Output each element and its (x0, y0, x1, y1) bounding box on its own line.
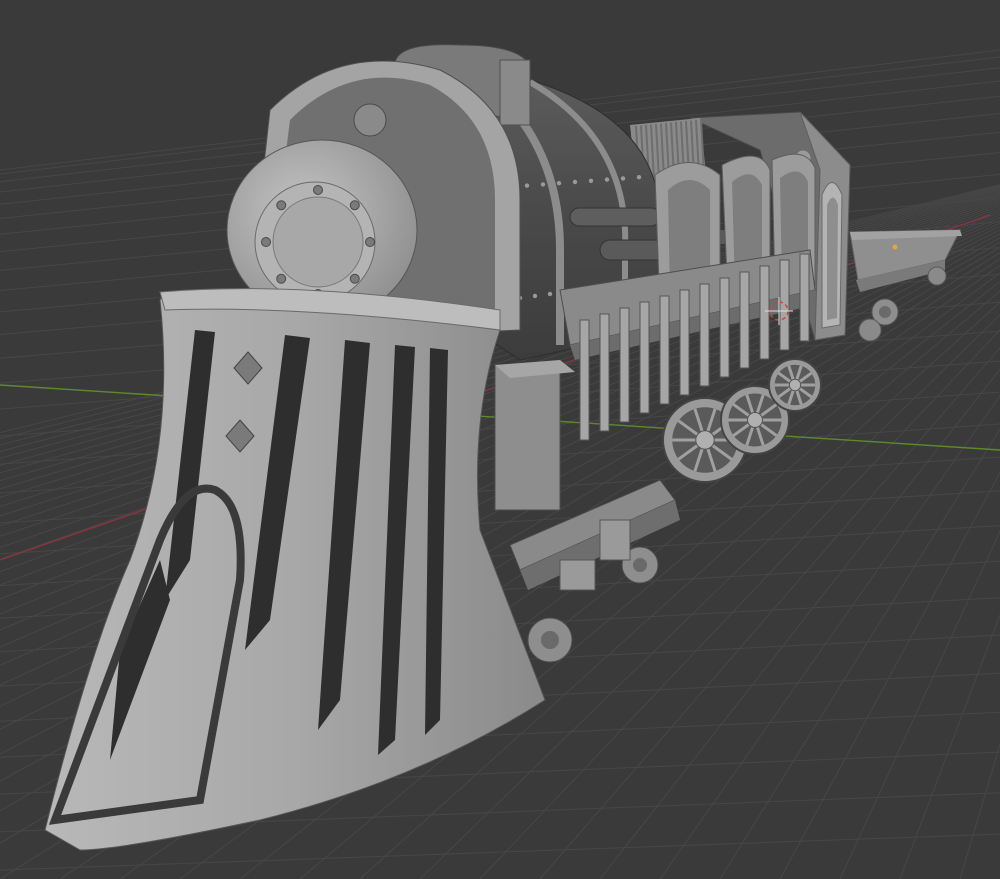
3d-viewport[interactable] (0, 0, 1000, 879)
origin-point (892, 244, 898, 250)
viewport-canvas[interactable] (0, 0, 1000, 879)
